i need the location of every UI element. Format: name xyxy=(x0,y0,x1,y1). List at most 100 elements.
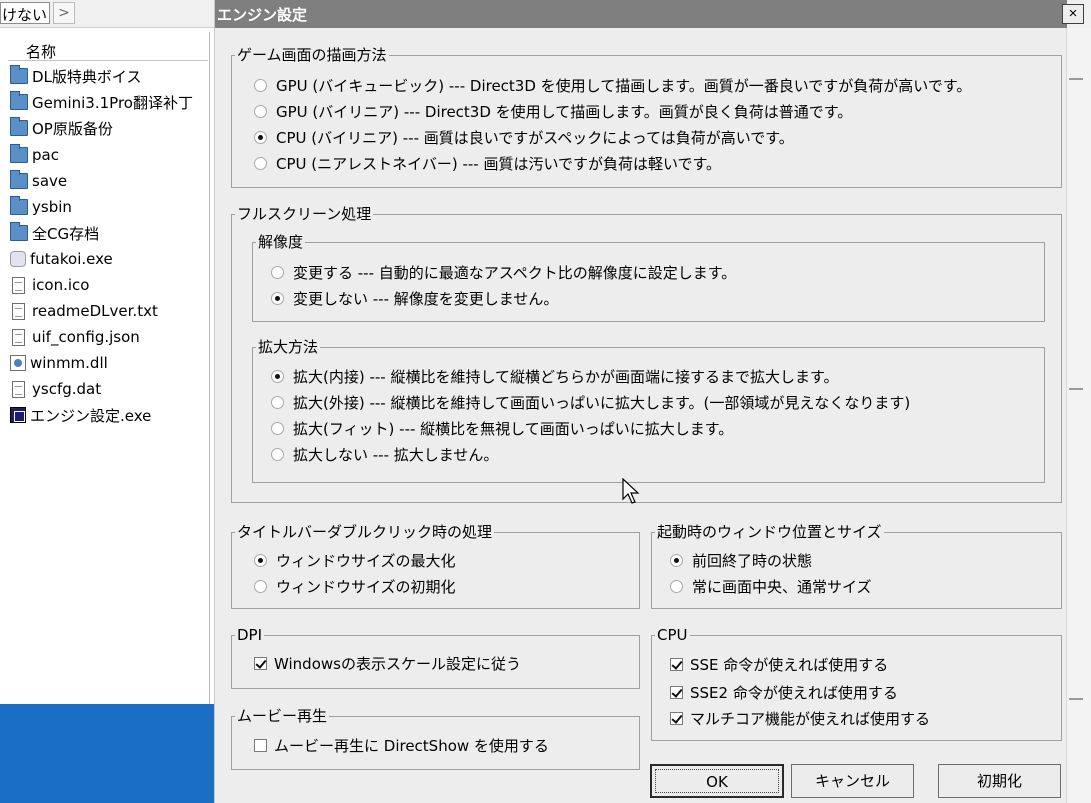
radio-button-selected[interactable] xyxy=(670,553,683,567)
titlebar-doubleclick-group: タイトルバーダブルクリック時の処理 ウィンドウサイズの最大化 ウィンドウサイズの… xyxy=(231,522,640,609)
edge-mark xyxy=(1069,388,1083,390)
radio-button[interactable] xyxy=(254,78,267,92)
scaling-option-circumscribe[interactable]: 拡大(外接) --- 縦横比を維持して画面いっぱいに拡大します。(一部領域が見え… xyxy=(271,391,910,413)
startup-option-center[interactable]: 常に画面中央、通常サイズ xyxy=(670,575,872,597)
scaling-option-fit[interactable]: 拡大(フィット) --- 縦横比を無視して画面いっぱいに拡大します。 xyxy=(271,417,733,439)
movie-playback-group: ムービー再生 ムービー再生に DirectShow を使用する xyxy=(231,706,640,770)
document-icon xyxy=(12,302,25,320)
checkbox-checked[interactable] xyxy=(670,685,683,699)
folder-icon xyxy=(10,65,28,84)
option-label: GPU (バイキュービック) --- Direct3D を使用して描画します。画… xyxy=(276,76,972,95)
option-label: 常に画面中央、通常サイズ xyxy=(692,577,872,596)
column-header-name[interactable]: 名称 xyxy=(8,41,208,61)
dialog-title: エンジン設定 xyxy=(217,6,308,24)
radio-button-selected[interactable] xyxy=(254,553,267,567)
dpi-scale-checkbox-row[interactable]: Windowsの表示スケール設定に従う xyxy=(254,652,521,674)
radio-button-selected[interactable] xyxy=(271,369,284,383)
fullscreen-legend: フルスクリーン処理 xyxy=(235,204,374,224)
radio-button-selected[interactable] xyxy=(271,291,284,305)
settings-app-icon xyxy=(10,407,26,423)
folder-icon xyxy=(10,117,28,136)
document-icon xyxy=(12,328,25,346)
movie-playback-legend: ムービー再生 xyxy=(235,706,330,726)
reset-button-label: 初期化 xyxy=(976,772,1022,790)
scaling-option-inscribe[interactable]: 拡大(内接) --- 縦横比を維持して縦横どちらかが画面端に接するまで拡大します… xyxy=(271,365,839,387)
radio-button[interactable] xyxy=(271,395,284,409)
file-item[interactable]: OP原版备份 xyxy=(10,116,113,140)
address-forward-button[interactable]: > xyxy=(53,2,75,24)
render-option-cpu-nearest[interactable]: CPU (ニアレストネイバー) --- 画質は汚いですが負荷は軽いです。 xyxy=(254,152,721,174)
file-item[interactable]: winmm.dll xyxy=(10,351,108,375)
file-name: OP原版备份 xyxy=(32,119,113,138)
file-name: winmm.dll xyxy=(30,354,108,372)
option-label: マルチコア機能が使えれば使用する xyxy=(690,709,931,728)
option-label: CPU (ニアレストネイバー) --- 画質は汚いですが負荷は軽いです。 xyxy=(276,154,722,173)
cpu-sse-checkbox-row[interactable]: SSE 命令が使えれば使用する xyxy=(670,653,888,675)
option-label: ウィンドウサイズの最大化 xyxy=(276,551,456,570)
desktop-background xyxy=(0,704,215,803)
file-name: readmeDLver.txt xyxy=(32,302,158,320)
radio-button[interactable] xyxy=(254,156,267,170)
resolution-option-change[interactable]: 変更する --- 自動的に最適なアスペクト比の解像度に設定します。 xyxy=(271,261,736,283)
radio-button[interactable] xyxy=(254,579,267,593)
file-item[interactable]: ysbin xyxy=(10,195,72,219)
file-name: エンジン設定.exe xyxy=(30,406,152,425)
resolution-option-keep[interactable]: 変更しない --- 解像度を変更しません。 xyxy=(271,287,558,309)
render-option-gpu-bilinear[interactable]: GPU (バイリニア) --- Direct3D を使用して描画します。画質が良… xyxy=(254,100,852,122)
file-item[interactable]: readmeDLver.txt xyxy=(10,299,158,323)
option-label: CPU (バイリニア) --- 画質は良いですがスペックによっては負荷が高いです… xyxy=(276,128,794,147)
folder-icon xyxy=(10,222,28,241)
file-item[interactable]: 全CG存档 xyxy=(10,221,99,245)
scaling-option-none[interactable]: 拡大しない --- 拡大しません。 xyxy=(271,443,498,465)
file-item[interactable]: エンジン設定.exe xyxy=(10,403,151,427)
radio-button-selected[interactable] xyxy=(254,130,267,144)
titlebar-option-reset-size[interactable]: ウィンドウサイズの初期化 xyxy=(254,575,456,597)
radio-button[interactable] xyxy=(254,104,267,118)
cpu-sse2-checkbox-row[interactable]: SSE2 命令が使えれば使用する xyxy=(670,681,898,703)
cancel-button-label: キャンセル xyxy=(814,772,890,790)
file-item[interactable]: pac xyxy=(10,143,59,167)
render-option-gpu-bicubic[interactable]: GPU (バイキュービック) --- Direct3D を使用して描画します。画… xyxy=(254,74,971,96)
folder-icon xyxy=(10,170,28,189)
checkbox-checked[interactable] xyxy=(670,711,683,725)
dialog-titlebar[interactable]: エンジン設定 xyxy=(215,0,1067,28)
file-item[interactable]: uif_config.json xyxy=(10,325,140,349)
scaling-group: 拡大方法 拡大(内接) --- 縦横比を維持して縦横どちらかが画面端に接するまで… xyxy=(252,337,1045,483)
titlebar-option-maximize[interactable]: ウィンドウサイズの最大化 xyxy=(254,549,456,571)
resolution-legend: 解像度 xyxy=(256,232,306,252)
startup-option-last-state[interactable]: 前回終了時の状態 xyxy=(670,549,812,571)
option-label: 拡大(フィット) --- 縦横比を無視して画面いっぱいに拡大します。 xyxy=(293,419,734,438)
radio-button[interactable] xyxy=(271,447,284,461)
option-label: 変更しない --- 解像度を変更しません。 xyxy=(293,289,559,308)
ok-button[interactable]: OK xyxy=(650,764,784,798)
cancel-button[interactable]: キャンセル xyxy=(791,764,914,798)
reset-button[interactable]: 初期化 xyxy=(938,764,1061,798)
close-button[interactable]: × xyxy=(1062,4,1084,24)
file-item[interactable]: icon.ico xyxy=(10,273,89,297)
radio-button[interactable] xyxy=(271,265,284,279)
address-bar: けない > xyxy=(0,0,215,28)
document-icon xyxy=(12,276,25,294)
checkbox-checked[interactable] xyxy=(254,656,267,670)
file-item[interactable]: yscfg.dat xyxy=(10,377,101,401)
checkbox-checked[interactable] xyxy=(670,657,683,671)
render-option-cpu-bilinear[interactable]: CPU (バイリニア) --- 画質は良いですがスペックによっては負荷が高いです… xyxy=(254,126,794,148)
folder-icon xyxy=(10,91,28,110)
folder-icon xyxy=(10,196,28,215)
radio-button[interactable] xyxy=(670,579,683,593)
render-method-group: ゲーム画面の描画方法 GPU (バイキュービック) --- Direct3D を… xyxy=(231,45,1062,188)
file-name: Gemini3.1Pro翻译补丁 xyxy=(32,93,193,112)
option-label: 前回終了時の状態 xyxy=(692,551,813,570)
movie-directshow-checkbox-row[interactable]: ムービー再生に DirectShow を使用する xyxy=(254,734,549,756)
file-item[interactable]: Gemini3.1Pro翻译补丁 xyxy=(10,90,193,114)
close-icon: × xyxy=(1068,5,1078,22)
radio-button[interactable] xyxy=(271,421,284,435)
file-item[interactable]: DL版特典ボイス xyxy=(10,64,141,88)
file-name: uif_config.json xyxy=(32,328,140,346)
file-item[interactable]: futakoi.exe xyxy=(10,247,113,271)
file-name: ysbin xyxy=(32,198,72,216)
file-item[interactable]: save xyxy=(10,169,67,193)
checkbox-unchecked[interactable] xyxy=(254,738,267,752)
cpu-multicore-checkbox-row[interactable]: マルチコア機能が使えれば使用する xyxy=(670,707,930,729)
address-text: けない xyxy=(2,6,48,24)
